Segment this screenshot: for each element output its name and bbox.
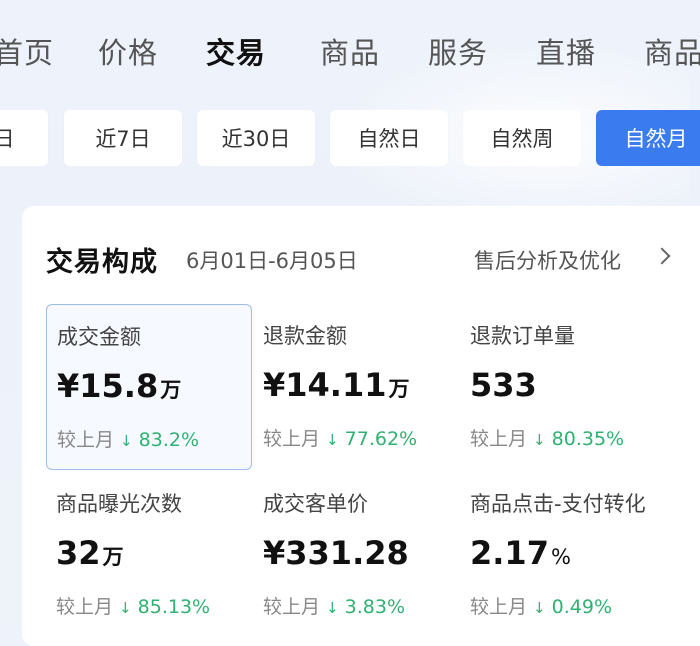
tab-product[interactable]: 商品	[320, 30, 380, 72]
metric-card-refund-amount[interactable]: 退款金额 ¥14.11万 较上月 ↓ 77.62%	[253, 304, 457, 468]
metric-compare: 较上月 ↓ 0.49%	[470, 596, 612, 618]
tab-home[interactable]: 首页	[0, 30, 54, 72]
tab-price[interactable]: 价格	[98, 30, 158, 72]
arrow-down-icon: ↓	[120, 432, 133, 450]
trade-composition-card: 交易构成 6月01日-6月05日 售后分析及优化 成交金额 ¥15.8万 较上月…	[22, 206, 700, 646]
date-range-selector: 日 近7日 近30日 自然日 自然周 自然月	[0, 110, 700, 166]
metric-label: 成交金额	[57, 325, 141, 349]
metric-card-avg-order-value[interactable]: 成交客单价 ¥331.28 较上月 ↓ 3.83%	[253, 472, 457, 636]
date-option-day[interactable]: 日	[0, 110, 48, 166]
metric-label: 成交客单价	[263, 492, 368, 516]
metric-compare: 较上月 ↓ 77.62%	[263, 428, 418, 450]
metric-label: 商品曝光次数	[56, 492, 182, 516]
metric-compare: 较上月 ↓ 83.2%	[57, 429, 199, 451]
metric-value: 2.17%	[470, 534, 571, 572]
metric-card-click-pay-conversion[interactable]: 商品点击-支付转化 2.17% 较上月 ↓ 0.49%	[460, 472, 700, 636]
tab-product-2[interactable]: 商品	[644, 30, 700, 72]
date-option-7d[interactable]: 近7日	[64, 110, 182, 166]
metric-card-impressions[interactable]: 商品曝光次数 32万 较上月 ↓ 85.13%	[46, 472, 250, 636]
date-option-30d[interactable]: 近30日	[197, 110, 315, 166]
arrow-down-icon: ↓	[326, 431, 339, 449]
metric-card-refund-orders[interactable]: 退款订单量 533 较上月 ↓ 80.35%	[460, 304, 664, 468]
date-option-natural-month[interactable]: 自然月	[596, 110, 700, 166]
after-sales-analysis-link[interactable]: 售后分析及优化	[474, 245, 621, 275]
metric-compare: 较上月 ↓ 80.35%	[470, 428, 625, 450]
metric-value: 32万	[56, 534, 124, 572]
metric-value: ¥14.11万	[263, 366, 410, 404]
arrow-down-icon: ↓	[533, 599, 546, 617]
date-option-natural-day[interactable]: 自然日	[330, 110, 448, 166]
metric-compare: 较上月 ↓ 3.83%	[263, 596, 405, 618]
date-option-natural-week[interactable]: 自然周	[463, 110, 581, 166]
metric-value: ¥331.28	[263, 534, 409, 572]
chevron-right-icon[interactable]	[653, 247, 671, 265]
card-date-range: 6月01日-6月05日	[186, 249, 358, 273]
arrow-down-icon: ↓	[533, 431, 546, 449]
top-nav-tabs: 首页 价格 交易 商品 服务 直播 商品	[0, 22, 700, 82]
metric-compare: 较上月 ↓ 85.13%	[56, 596, 211, 618]
card-title: 交易构成	[46, 247, 158, 278]
tab-trade[interactable]: 交易	[206, 30, 266, 72]
metric-label: 商品点击-支付转化	[470, 492, 646, 516]
arrow-down-icon: ↓	[326, 599, 339, 617]
metric-value: ¥15.8万	[57, 367, 182, 405]
arrow-down-icon: ↓	[119, 599, 132, 617]
metric-card-gmv[interactable]: 成交金额 ¥15.8万 较上月 ↓ 83.2%	[46, 304, 252, 470]
metric-label: 退款订单量	[470, 324, 575, 348]
tab-live[interactable]: 直播	[536, 30, 596, 72]
tab-service[interactable]: 服务	[428, 30, 488, 72]
metric-label: 退款金额	[263, 324, 347, 348]
metric-value: 533	[470, 366, 537, 404]
